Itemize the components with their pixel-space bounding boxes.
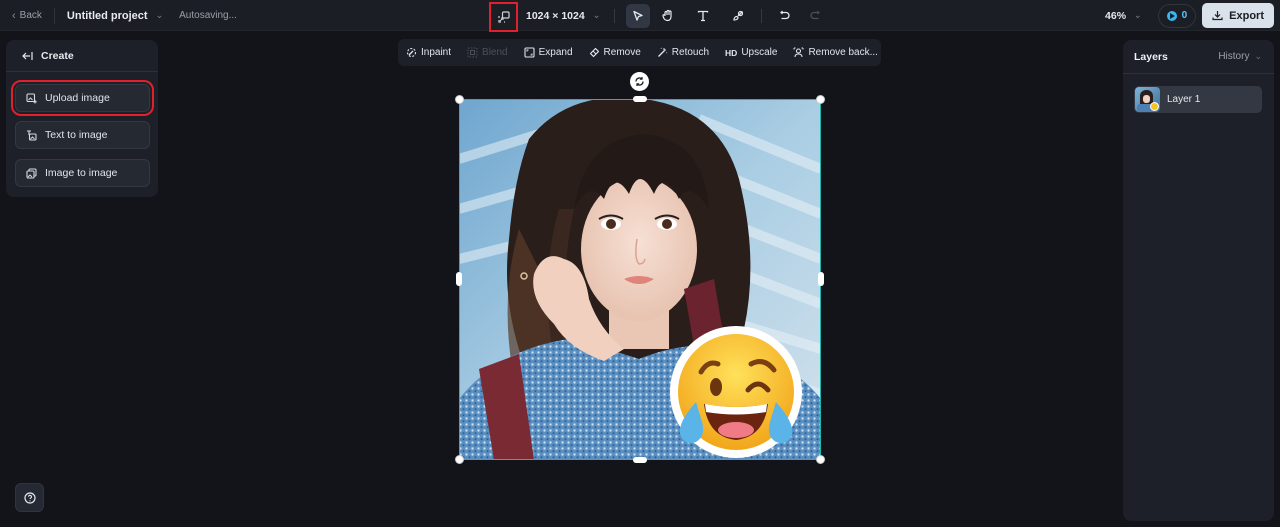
- upscale-button[interactable]: HD Upscale: [725, 47, 777, 58]
- redo-button[interactable]: [803, 4, 827, 28]
- remove-background-label: Remove back...: [808, 47, 878, 58]
- credits-count: 0: [1181, 10, 1188, 21]
- text-tool[interactable]: [691, 4, 715, 28]
- resize-handle-top-right[interactable]: [816, 95, 825, 104]
- divider: [614, 8, 616, 23]
- brush-icon: [733, 10, 744, 21]
- retouch-label: Retouch: [671, 47, 710, 58]
- history-dropdown[interactable]: History ⌄: [1218, 51, 1262, 62]
- image-to-image-icon: [26, 167, 37, 179]
- help-icon: [23, 491, 36, 504]
- resize-handle-right[interactable]: [818, 272, 824, 286]
- portrait-image: [459, 99, 821, 460]
- credits-icon: [1166, 10, 1177, 21]
- upload-image-button[interactable]: Upload image: [11, 80, 154, 116]
- remove-label: Remove: [603, 47, 641, 58]
- undo-icon: [780, 10, 790, 19]
- brush-tool[interactable]: [726, 4, 750, 28]
- credits-button[interactable]: 0: [1157, 3, 1197, 28]
- expand-icon: [524, 47, 535, 58]
- text-icon: [698, 10, 709, 21]
- resize-handle-top-left[interactable]: [455, 95, 464, 104]
- help-button[interactable]: [15, 483, 44, 512]
- project-name-dropdown[interactable]: Untitled project ⌄: [67, 10, 163, 22]
- upscale-label: Upscale: [741, 47, 778, 58]
- chevron-down-icon: ⌄: [1134, 10, 1142, 20]
- history-label: History: [1218, 51, 1250, 62]
- chevron-down-icon: ⌄: [155, 10, 164, 20]
- canvas-image[interactable]: [459, 99, 821, 460]
- resize-handle-left[interactable]: [456, 272, 462, 286]
- cursor-arrow-icon: [633, 10, 643, 21]
- image-to-image-label: Image to image: [45, 167, 118, 179]
- upload-image-icon: [26, 92, 37, 103]
- hand-icon: [662, 9, 672, 22]
- blend-button[interactable]: Blend: [467, 47, 508, 58]
- chevron-left-icon: ‹: [12, 9, 16, 22]
- eraser-icon: [589, 47, 599, 58]
- back-button[interactable]: ‹ Back: [12, 10, 42, 22]
- upload-image-label: Upload image: [45, 92, 110, 104]
- export-label: Export: [1229, 9, 1264, 22]
- blend-label: Blend: [482, 47, 508, 58]
- select-tool[interactable]: [626, 3, 651, 28]
- create-panel-header[interactable]: Create: [6, 40, 158, 72]
- text-to-image-button[interactable]: Text to image: [15, 121, 150, 149]
- layer-name: Layer 1: [1167, 94, 1201, 105]
- inpaint-icon: [406, 47, 417, 58]
- resize-canvas-icon: [497, 10, 510, 23]
- chevron-down-icon: ⌄: [1254, 51, 1262, 61]
- image-to-image-button[interactable]: Image to image: [15, 159, 150, 187]
- remove-background-button[interactable]: Remove back...: [793, 47, 878, 58]
- zoom-level: 46%: [1105, 9, 1127, 22]
- create-panel-title: Create: [41, 49, 74, 62]
- create-panel: Create Upload image Text to image Image …: [6, 40, 158, 197]
- remove-background-icon: [793, 47, 804, 58]
- resize-handle-bottom-right[interactable]: [816, 455, 825, 464]
- hand-tool[interactable]: [656, 4, 680, 28]
- magic-wand-icon: [657, 47, 668, 57]
- collapse-left-icon: [22, 51, 33, 60]
- layer-item[interactable]: Layer 1: [1134, 86, 1262, 113]
- rotate-icon: [635, 77, 644, 86]
- rotate-handle[interactable]: [630, 72, 649, 91]
- canvas-size-dropdown[interactable]: 1024 × 1024 ⌄: [526, 10, 600, 22]
- back-label: Back: [19, 10, 42, 21]
- divider: [53, 7, 55, 24]
- download-icon: [1212, 11, 1223, 21]
- top-bar: ‹ Back Untitled project ⌄ Autosaving... …: [0, 0, 1280, 32]
- resize-handle-top[interactable]: [633, 96, 647, 102]
- resize-canvas-button[interactable]: [489, 1, 518, 32]
- canvas-size: 1024 × 1024: [526, 9, 585, 22]
- inpaint-label: Inpaint: [421, 47, 452, 58]
- zoom-dropdown[interactable]: 46% ⌄: [1105, 10, 1142, 22]
- edit-toolbar: Inpaint Blend Expand Remove Retouch HD U…: [398, 39, 881, 66]
- text-to-image-label: Text to image: [45, 129, 108, 141]
- resize-handle-bottom[interactable]: [633, 457, 647, 463]
- retouch-button[interactable]: Retouch: [657, 47, 709, 58]
- expand-label: Expand: [538, 47, 573, 58]
- text-to-image-icon: [27, 129, 37, 141]
- redo-icon: [810, 10, 821, 19]
- blend-icon: [467, 47, 478, 58]
- layer-thumbnail: [1135, 87, 1160, 112]
- layers-panel-header: Layers History ⌄: [1123, 40, 1274, 74]
- save-status: Autosaving...: [179, 10, 237, 21]
- undo-button[interactable]: [773, 4, 797, 28]
- remove-button[interactable]: Remove: [589, 47, 641, 58]
- project-name: Untitled project: [66, 9, 148, 22]
- inpaint-button[interactable]: Inpaint: [406, 47, 451, 58]
- export-button[interactable]: Export: [1202, 3, 1274, 28]
- resize-handle-bottom-left[interactable]: [455, 455, 464, 464]
- expand-button[interactable]: Expand: [524, 47, 573, 58]
- canvas[interactable]: [455, 72, 825, 464]
- hd-icon: HD: [725, 47, 738, 58]
- layers-panel: Layers History ⌄ Layer 1: [1123, 40, 1274, 521]
- layers-title: Layers: [1134, 50, 1168, 63]
- divider: [761, 8, 763, 23]
- chevron-down-icon: ⌄: [592, 10, 601, 20]
